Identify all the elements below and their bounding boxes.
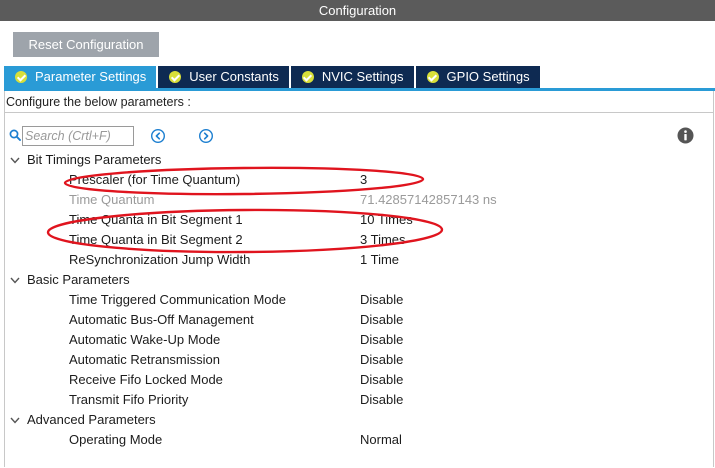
tab-gpio-settings[interactable]: GPIO Settings — [415, 66, 540, 88]
param-row-time-quantum: Time Quantum 71.42857142857143 ns — [69, 191, 669, 209]
param-name: Receive Fifo Locked Mode — [69, 372, 223, 387]
group-bit-timings[interactable]: Bit Timings Parameters — [9, 151, 161, 169]
group-basic-parameters[interactable]: Basic Parameters — [9, 271, 130, 289]
param-name: Automatic Wake-Up Mode — [69, 332, 221, 347]
check-circle-icon — [426, 71, 439, 83]
arrow-left-circle-icon[interactable] — [150, 128, 166, 144]
param-row-receive-fifo-locked[interactable]: Receive Fifo Locked Mode Disable — [69, 371, 669, 389]
tab-label: User Constants — [189, 69, 279, 84]
panel-description: Configure the below parameters : — [4, 92, 714, 113]
configuration-window: Configuration Reset Configuration Parame… — [0, 0, 715, 468]
info-icon[interactable] — [677, 127, 694, 144]
param-value[interactable]: Disable — [360, 331, 403, 349]
arrow-right-circle-icon[interactable] — [198, 128, 214, 144]
param-value[interactable]: Disable — [360, 311, 403, 329]
tab-parameter-settings[interactable]: Parameter Settings — [4, 66, 157, 88]
tab-label: Parameter Settings — [35, 69, 147, 84]
param-value[interactable]: Disable — [360, 391, 403, 409]
tab-nvic-settings[interactable]: NVIC Settings — [290, 66, 414, 88]
chevron-down-icon — [10, 157, 20, 164]
group-label: Advanced Parameters — [27, 412, 156, 427]
param-row-bit-segment-2[interactable]: Time Quanta in Bit Segment 2 3 Times — [69, 231, 669, 249]
param-name: Time Quanta in Bit Segment 1 — [69, 212, 243, 227]
param-name: Automatic Retransmission — [69, 352, 220, 367]
group-advanced-parameters[interactable]: Advanced Parameters — [9, 411, 156, 429]
param-row-bus-off[interactable]: Automatic Bus-Off Management Disable — [69, 311, 669, 329]
param-value[interactable]: Normal — [360, 431, 402, 449]
param-value[interactable]: 3 — [360, 171, 367, 189]
param-value[interactable]: Disable — [360, 351, 403, 369]
group-label: Bit Timings Parameters — [27, 152, 162, 167]
param-name: Prescaler (for Time Quantum) — [69, 172, 241, 187]
tab-bar: Parameter Settings User Constants NVIC S… — [4, 66, 542, 88]
param-row-resync-jump-width[interactable]: ReSynchronization Jump Width 1 Time — [69, 251, 669, 269]
window-title: Configuration — [0, 0, 715, 21]
param-value: 71.42857142857143 ns — [360, 192, 497, 207]
chevron-down-icon — [10, 277, 20, 284]
search-input[interactable] — [22, 126, 134, 146]
chevron-down-icon — [10, 417, 20, 424]
param-name: Time Quanta in Bit Segment 2 — [69, 232, 243, 247]
check-circle-icon — [169, 71, 182, 83]
param-value[interactable]: 10 Times — [360, 211, 413, 229]
param-row-operating-mode[interactable]: Operating Mode Normal — [69, 431, 669, 449]
param-value[interactable]: 1 Time — [360, 251, 399, 269]
param-row-time-triggered[interactable]: Time Triggered Communication Mode Disabl… — [69, 291, 669, 309]
param-row-bit-segment-1[interactable]: Time Quanta in Bit Segment 1 10 Times — [69, 211, 669, 229]
param-name: Time Triggered Communication Mode — [69, 292, 286, 307]
group-label: Basic Parameters — [27, 272, 130, 287]
param-value[interactable]: Disable — [360, 291, 403, 309]
param-row-retransmission[interactable]: Automatic Retransmission Disable — [69, 351, 669, 369]
param-row-prescaler[interactable]: Prescaler (for Time Quantum) 3 — [69, 171, 669, 189]
search-icon — [9, 129, 21, 141]
check-circle-icon — [15, 71, 27, 83]
check-circle-icon — [301, 71, 314, 83]
param-row-wake-up[interactable]: Automatic Wake-Up Mode Disable — [69, 331, 669, 349]
tab-label: NVIC Settings — [321, 69, 404, 84]
param-name: ReSynchronization Jump Width — [69, 252, 251, 267]
param-name: Automatic Bus-Off Management — [69, 312, 254, 327]
param-name: Transmit Fifo Priority — [69, 392, 189, 407]
tab-user-constants[interactable]: User Constants — [158, 66, 289, 88]
reset-configuration-button[interactable]: Reset Configuration — [13, 32, 159, 57]
param-name: Operating Mode — [69, 432, 163, 447]
param-value[interactable]: Disable — [360, 371, 403, 389]
param-row-transmit-fifo-priority[interactable]: Transmit Fifo Priority Disable — [69, 391, 669, 409]
tab-label: GPIO Settings — [446, 69, 530, 84]
param-value[interactable]: 3 Times — [360, 231, 406, 249]
param-name: Time Quantum — [69, 192, 155, 207]
